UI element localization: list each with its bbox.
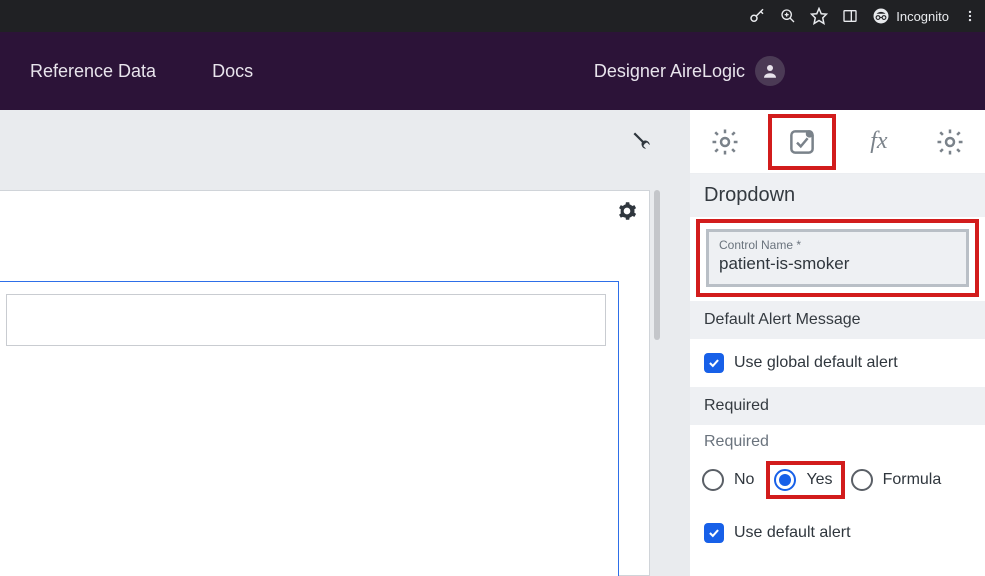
radio-checked-icon <box>774 469 796 491</box>
incognito-badge[interactable]: Incognito <box>872 7 949 25</box>
zoom-icon[interactable] <box>780 8 796 24</box>
user-label: Designer AireLogic <box>594 61 745 82</box>
required-option-yes[interactable]: Yes <box>766 461 844 499</box>
key-icon[interactable] <box>748 7 766 25</box>
radio-unchecked-icon <box>851 469 873 491</box>
top-nav: Reference Data Docs <box>30 61 253 82</box>
canvas-toolbar <box>0 110 690 170</box>
form-canvas[interactable] <box>0 190 650 576</box>
required-option-formula[interactable]: Formula <box>851 469 942 491</box>
required-heading: Required <box>690 387 985 425</box>
dropdown-control-preview[interactable] <box>6 294 606 346</box>
avatar-icon <box>755 56 785 86</box>
gear-icon[interactable] <box>617 201 637 226</box>
required-radio-group: No Yes Formula <box>690 455 985 509</box>
nav-docs[interactable]: Docs <box>212 61 253 82</box>
default-alert-heading: Default Alert Message <box>690 301 985 339</box>
radio-unchecked-icon <box>702 469 724 491</box>
tab-formula[interactable]: fx <box>851 118 907 166</box>
kebab-menu-icon[interactable] <box>963 7 977 25</box>
selected-control-outline[interactable] <box>0 281 619 576</box>
tab-settings[interactable] <box>922 118 978 166</box>
checkbox-checked-icon[interactable] <box>704 353 724 373</box>
required-label: Required <box>690 425 985 455</box>
star-icon[interactable] <box>810 7 828 25</box>
scrollbar-thumb[interactable] <box>654 190 660 340</box>
panel-title: Dropdown <box>690 174 985 217</box>
browser-chrome: Incognito <box>0 0 985 32</box>
canvas-pane <box>0 110 690 576</box>
fx-icon: fx <box>870 128 887 155</box>
properties-panel: fx Dropdown Control Name * patient-is-sm… <box>690 110 985 576</box>
wrench-icon[interactable] <box>626 129 653 151</box>
nav-reference-data[interactable]: Reference Data <box>30 61 156 82</box>
control-name-highlight: Control Name * patient-is-smoker <box>696 219 979 297</box>
tab-validation[interactable] <box>768 114 836 170</box>
use-default-alert-label: Use default alert <box>734 524 851 542</box>
app-header: Reference Data Docs Designer AireLogic <box>0 32 985 110</box>
panel-tab-row: fx <box>690 110 985 174</box>
control-name-value: patient-is-smoker <box>719 254 956 274</box>
tab-general[interactable] <box>697 118 753 166</box>
use-global-default-label: Use global default alert <box>734 354 898 372</box>
checkbox-checked-icon[interactable] <box>704 523 724 543</box>
control-name-label: Control Name * <box>719 238 956 252</box>
use-default-alert-row[interactable]: Use default alert <box>690 509 985 557</box>
use-global-default-row[interactable]: Use global default alert <box>690 339 985 387</box>
control-name-input[interactable]: Control Name * patient-is-smoker <box>706 229 969 287</box>
user-menu[interactable]: Designer AireLogic <box>594 56 785 86</box>
required-option-no[interactable]: No <box>702 469 754 491</box>
incognito-label: Incognito <box>896 9 949 24</box>
panel-icon[interactable] <box>842 8 858 24</box>
